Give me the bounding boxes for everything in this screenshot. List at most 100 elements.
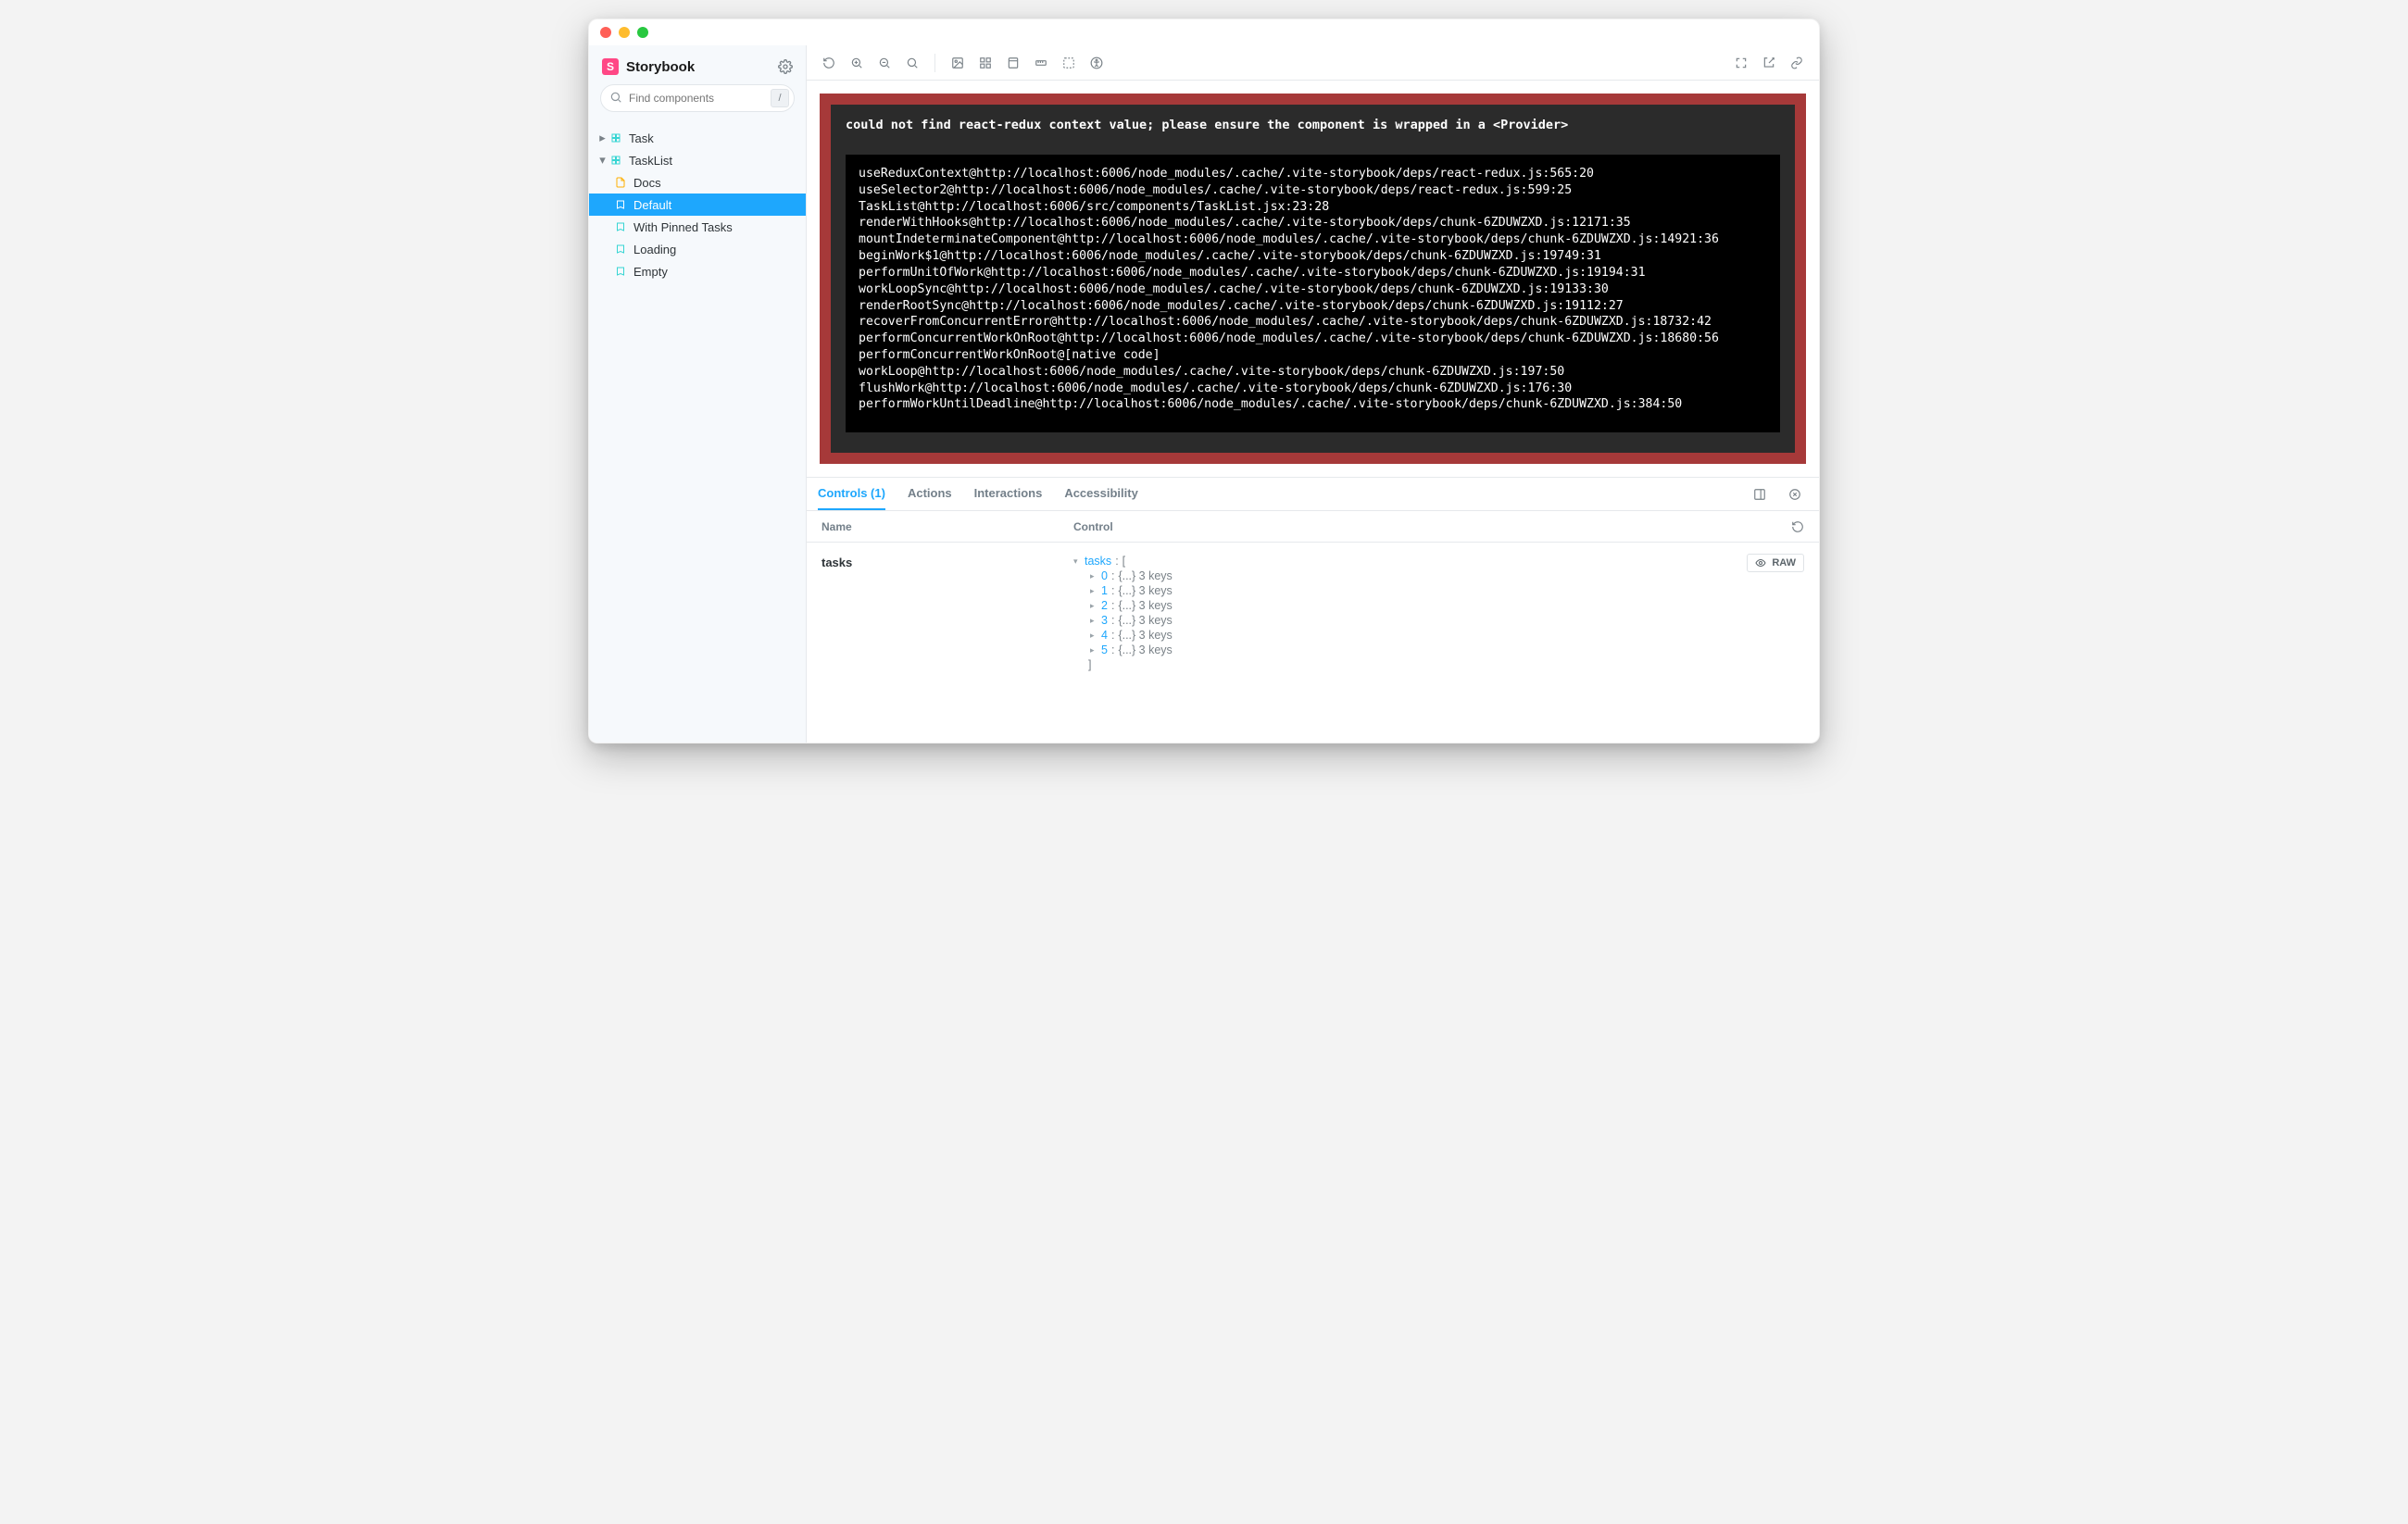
- app-name: Storybook: [626, 59, 695, 75]
- sidebar-story-item[interactable]: Empty: [589, 260, 806, 282]
- remount-button[interactable]: [816, 50, 842, 76]
- component-icon: [610, 155, 621, 166]
- json-summary: {...} 3 keys: [1118, 584, 1172, 597]
- bookmark-icon: [615, 244, 626, 255]
- addons-close-button[interactable]: [1782, 481, 1808, 507]
- json-summary: {...} 3 keys: [1118, 643, 1172, 656]
- storybook-mark-icon: S: [602, 58, 619, 75]
- tree-item-label: Task: [629, 131, 654, 145]
- tree-item-label: TaskList: [629, 154, 672, 168]
- raw-toggle-button[interactable]: RAW: [1747, 554, 1804, 572]
- search-shortcut-badge: /: [771, 89, 789, 107]
- sidebar: S Storybook / ▸Task ▾ TaskList Docs Default W…: [589, 45, 807, 743]
- tree-item-label: With Pinned Tasks: [633, 220, 733, 234]
- controls-reset-button[interactable]: [1791, 520, 1804, 533]
- caret-right-icon: ▸: [1090, 601, 1097, 611]
- json-summary: {...} 3 keys: [1118, 599, 1172, 612]
- zoom-reset-button[interactable]: [899, 50, 925, 76]
- caret-right-icon: ▸: [1090, 616, 1097, 626]
- addons-tab[interactable]: Controls (1): [818, 478, 885, 510]
- json-index: 0: [1101, 569, 1108, 582]
- sidebar-story-item[interactable]: With Pinned Tasks: [589, 216, 806, 238]
- measure-button[interactable]: [1028, 50, 1054, 76]
- addons-tab[interactable]: Actions: [908, 478, 952, 510]
- raw-label: RAW: [1772, 557, 1796, 568]
- json-index: 5: [1101, 643, 1108, 656]
- json-close-bracket: ]: [1088, 658, 1091, 671]
- tree-item-label: Empty: [633, 265, 668, 279]
- json-index: 2: [1101, 599, 1108, 612]
- tree-item-label: Loading: [633, 243, 676, 256]
- addons-tab[interactable]: Accessibility: [1064, 478, 1138, 510]
- json-summary: {...} 3 keys: [1118, 569, 1172, 582]
- viewport-button[interactable]: [1000, 50, 1026, 76]
- tree-item-label: Default: [633, 198, 671, 212]
- error-overlay: could not find react-redux context value…: [820, 94, 1806, 464]
- error-stacktrace: useReduxContext@http://localhost:6006/no…: [846, 155, 1780, 432]
- copy-link-button[interactable]: [1784, 50, 1810, 76]
- controls-header: Name Control: [807, 511, 1819, 543]
- json-summary: {...} 3 keys: [1118, 614, 1172, 627]
- canvas-toolbar: [807, 45, 1819, 81]
- main-panel: could not find react-redux context value…: [807, 45, 1819, 743]
- controls-col-control: Control: [1073, 520, 1791, 533]
- chevron-down-icon: ▾: [598, 156, 607, 165]
- toolbar-separator: [934, 54, 935, 72]
- window-titlebar: [589, 19, 1819, 45]
- sidebar-docs-item[interactable]: Docs: [589, 171, 806, 194]
- json-open-bracket: [: [1122, 555, 1125, 568]
- caret-down-icon[interactable]: ▾: [1073, 556, 1081, 567]
- search-field[interactable]: /: [600, 84, 795, 112]
- json-index: 3: [1101, 614, 1108, 627]
- outline-button[interactable]: [1056, 50, 1082, 76]
- json-summary: {...} 3 keys: [1118, 629, 1172, 642]
- bookmark-icon: [615, 221, 626, 232]
- open-isolated-button[interactable]: [1756, 50, 1782, 76]
- search-icon: [609, 91, 622, 104]
- window-zoom-button[interactable]: [637, 27, 648, 38]
- background-button[interactable]: [945, 50, 971, 76]
- json-array-item[interactable]: ▸4: {...} 3 keys: [1073, 628, 1804, 643]
- window-minimize-button[interactable]: [619, 27, 630, 38]
- sidebar-component-item[interactable]: ▾ TaskList: [589, 149, 806, 171]
- search-input[interactable]: [600, 84, 795, 112]
- caret-right-icon: ▸: [1090, 631, 1097, 641]
- sidebar-component-item[interactable]: ▸Task: [589, 127, 806, 149]
- controls-col-name: Name: [821, 520, 1073, 533]
- component-icon: [610, 132, 621, 144]
- zoom-out-button[interactable]: [872, 50, 897, 76]
- window-close-button[interactable]: [600, 27, 611, 38]
- caret-right-icon: ▸: [1090, 586, 1097, 596]
- a11y-button[interactable]: [1084, 50, 1110, 76]
- document-icon: [615, 177, 626, 188]
- grid-button[interactable]: [972, 50, 998, 76]
- json-index: 4: [1101, 629, 1108, 642]
- addons-orientation-button[interactable]: [1747, 481, 1773, 507]
- bookmark-icon: [615, 266, 626, 277]
- json-array-item[interactable]: ▸5: {...} 3 keys: [1073, 643, 1804, 657]
- zoom-in-button[interactable]: [844, 50, 870, 76]
- addons-tabs: Controls (1) Actions Interactions Accessibi…: [807, 478, 1819, 511]
- explorer-tree: ▸Task ▾ TaskList Docs Default With Pinned Tas…: [589, 123, 806, 286]
- controls-body: tasks RAW ▾ tasks : [: [807, 543, 1819, 743]
- addons-panel: Controls (1) Actions Interactions Accessibi…: [807, 477, 1819, 743]
- tree-item-label: Docs: [633, 176, 661, 190]
- storybook-logo[interactable]: S Storybook: [602, 58, 695, 75]
- control-arg-name: tasks: [821, 554, 1073, 569]
- error-message: could not find react-redux context value…: [846, 118, 1780, 132]
- settings-button[interactable]: [778, 59, 793, 74]
- fullscreen-button[interactable]: [1728, 50, 1754, 76]
- sidebar-story-item[interactable]: Loading: [589, 238, 806, 260]
- json-index: 1: [1101, 584, 1108, 597]
- json-array-item[interactable]: ▸0: {...} 3 keys: [1073, 568, 1804, 583]
- sidebar-story-item[interactable]: Default: [589, 194, 806, 216]
- app-window: S Storybook / ▸Task▾TaskListDocsDefaultW…: [588, 19, 1820, 743]
- control-arg-value[interactable]: RAW ▾ tasks : [ ▸0: {...} 3 keys▸1: {...…: [1073, 554, 1804, 672]
- json-array-item[interactable]: ▸2: {...} 3 keys: [1073, 598, 1804, 613]
- bookmark-icon: [615, 199, 626, 210]
- json-root-key: tasks: [1085, 555, 1111, 568]
- caret-right-icon: ▸: [1090, 645, 1097, 656]
- json-array-item[interactable]: ▸3: {...} 3 keys: [1073, 613, 1804, 628]
- addons-tab[interactable]: Interactions: [974, 478, 1043, 510]
- json-array-item[interactable]: ▸1: {...} 3 keys: [1073, 583, 1804, 598]
